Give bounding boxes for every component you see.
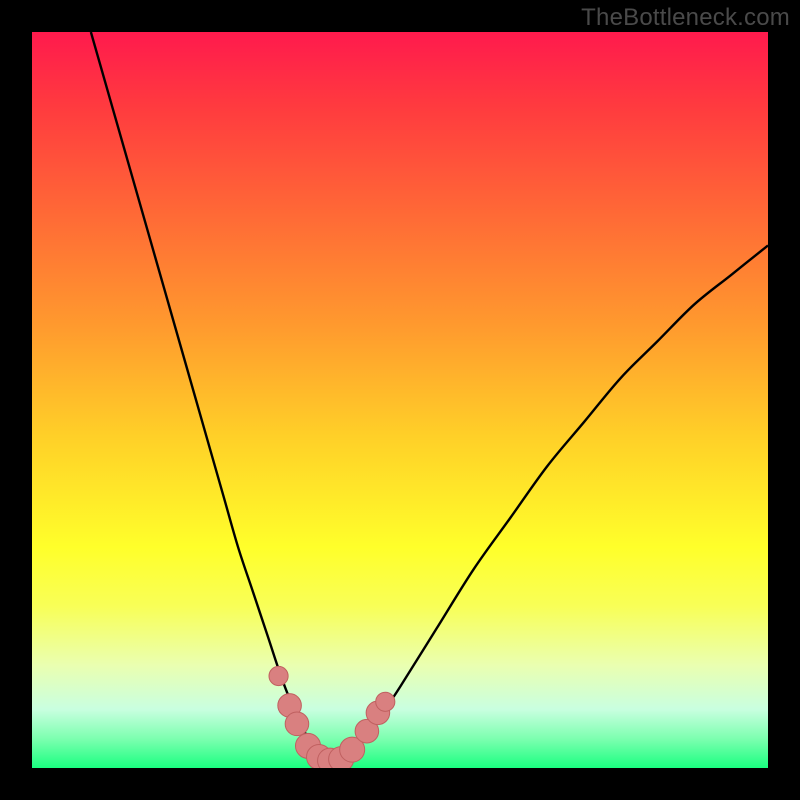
- curve-marker: [376, 692, 395, 711]
- curve-markers: [269, 666, 395, 768]
- curve-marker: [285, 712, 309, 736]
- bottleneck-curve: [91, 32, 768, 761]
- watermark-label: TheBottleneck.com: [581, 4, 790, 32]
- curve-marker: [269, 666, 288, 685]
- chart-plot-area: [32, 32, 768, 768]
- chart-frame: TheBottleneck.com: [0, 0, 800, 800]
- bottleneck-curve-svg: [32, 32, 768, 768]
